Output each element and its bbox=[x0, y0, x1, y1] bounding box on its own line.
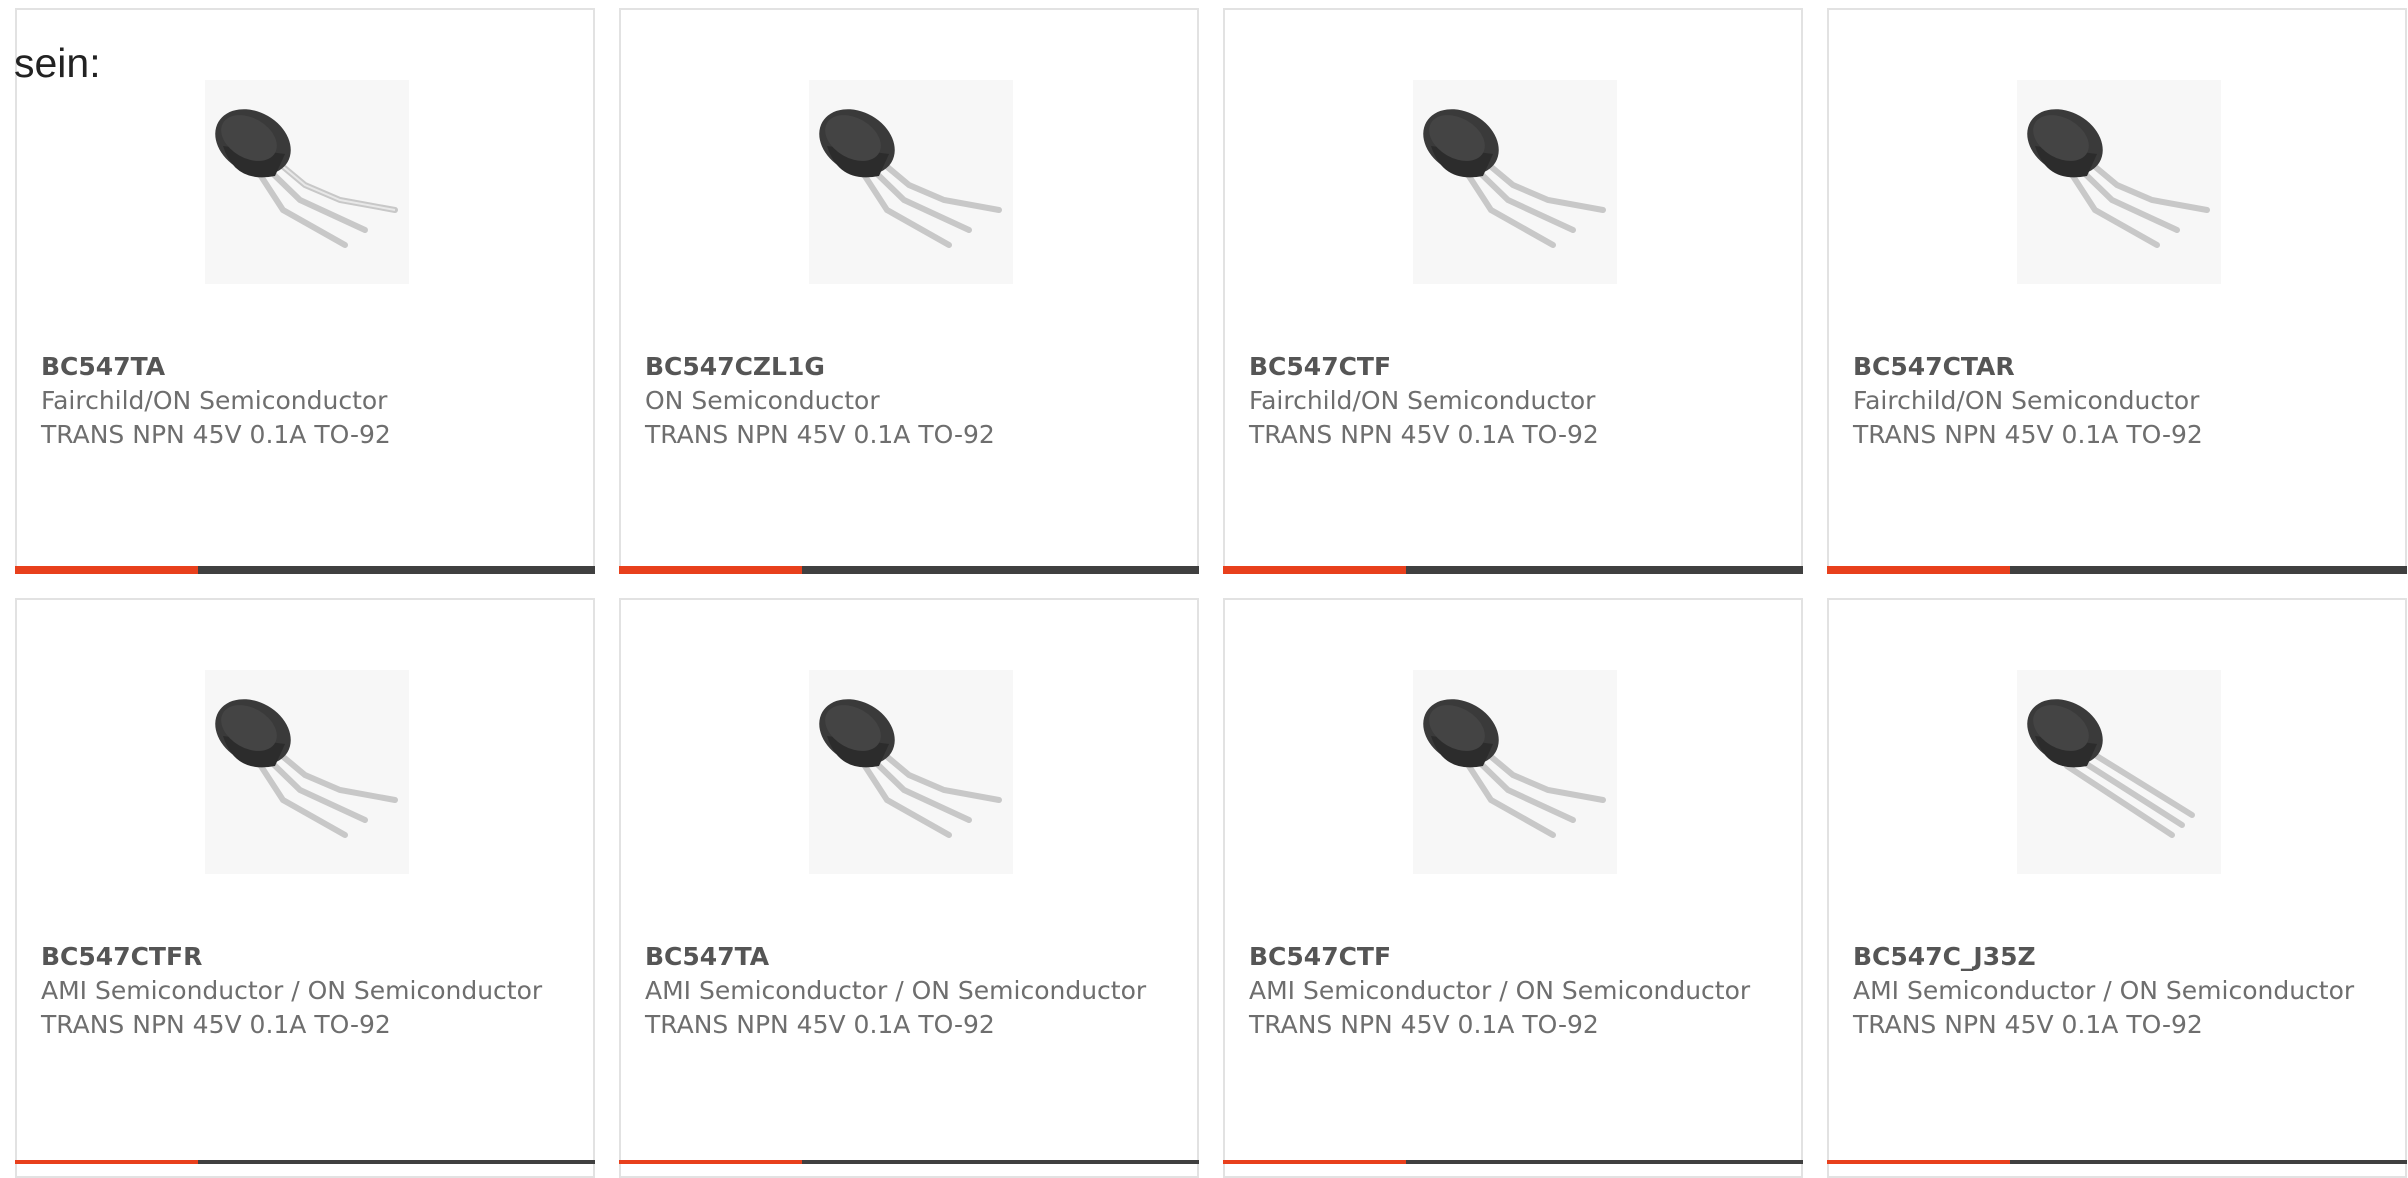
card-bar bbox=[15, 566, 595, 574]
manufacturer: AMI Semiconductor / ON Semiconductor bbox=[41, 976, 543, 1005]
manufacturer: AMI Semiconductor / ON Semiconductor bbox=[1853, 976, 2355, 1005]
transistor-to92-icon bbox=[215, 109, 398, 248]
product-card[interactable]: BC547CTF AMI Semiconductor / ON Semicond… bbox=[1223, 598, 1803, 1178]
transistor-image bbox=[1413, 670, 1617, 874]
transistor-image bbox=[2017, 670, 2221, 874]
transistor-to92-icon bbox=[819, 109, 1002, 248]
transistor-image bbox=[205, 670, 409, 874]
manufacturer: Fairchild/ON Semiconductor bbox=[1853, 386, 2200, 415]
description: TRANS NPN 45V 0.1A TO-92 bbox=[41, 1010, 391, 1039]
manufacturer: Fairchild/ON Semiconductor bbox=[1249, 386, 1596, 415]
product-card[interactable]: BC547CTAR Fairchild/ON Semiconductor TRA… bbox=[1827, 8, 2407, 574]
part-number: BC547CZL1G bbox=[645, 352, 825, 381]
product-card[interactable]: BC547TA AMI Semiconductor / ON Semicondu… bbox=[619, 598, 1199, 1178]
manufacturer: AMI Semiconductor / ON Semiconductor bbox=[1249, 976, 1751, 1005]
card-bar-accent bbox=[619, 1160, 802, 1164]
manufacturer: ON Semiconductor bbox=[645, 386, 880, 415]
card-bar-accent bbox=[1223, 566, 1406, 574]
description: TRANS NPN 45V 0.1A TO-92 bbox=[645, 1010, 995, 1039]
manufacturer: AMI Semiconductor / ON Semiconductor bbox=[645, 976, 1147, 1005]
card-bar-accent bbox=[15, 566, 198, 574]
part-number: BC547TA bbox=[645, 942, 770, 971]
card-text: BC547TA Fairchild/ON Semiconductor TRANS… bbox=[41, 350, 569, 452]
card-text: BC547CTF AMI Semiconductor / ON Semicond… bbox=[1249, 940, 1777, 1042]
part-number: BC547CTF bbox=[1249, 942, 1392, 971]
card-bar-accent bbox=[619, 566, 802, 574]
transistor-image bbox=[809, 670, 1013, 874]
part-number: BC547C_J35Z bbox=[1853, 942, 2036, 971]
description: TRANS NPN 45V 0.1A TO-92 bbox=[645, 420, 995, 449]
product-card[interactable]: BC547CTF Fairchild/ON Semiconductor TRAN… bbox=[1223, 8, 1803, 574]
card-text: BC547CTFR AMI Semiconductor / ON Semicon… bbox=[41, 940, 569, 1042]
card-text: BC547CZL1G ON Semiconductor TRANS NPN 45… bbox=[645, 350, 1173, 452]
card-text: BC547CTAR Fairchild/ON Semiconductor TRA… bbox=[1853, 350, 2381, 452]
card-text: BC547CTF Fairchild/ON Semiconductor TRAN… bbox=[1249, 350, 1777, 452]
part-number: BC547CTFR bbox=[41, 942, 203, 971]
transistor-image bbox=[1413, 80, 1617, 284]
card-bar bbox=[619, 1160, 1199, 1164]
card-text: BC547C_J35Z AMI Semiconductor / ON Semic… bbox=[1853, 940, 2381, 1042]
card-bar-accent bbox=[1827, 1160, 2010, 1164]
card-bar bbox=[1827, 1160, 2407, 1164]
manufacturer: Fairchild/ON Semiconductor bbox=[41, 386, 388, 415]
transistor-to92-icon bbox=[2027, 109, 2210, 248]
card-bar bbox=[15, 1160, 595, 1164]
card-bar-accent bbox=[15, 1160, 198, 1164]
transistor-to92-icon bbox=[215, 699, 398, 838]
card-bar bbox=[1827, 566, 2407, 574]
description: TRANS NPN 45V 0.1A TO-92 bbox=[1853, 1010, 2203, 1039]
product-card[interactable]: BC547C_J35Z AMI Semiconductor / ON Semic… bbox=[1827, 598, 2407, 1178]
product-card[interactable]: BC547CZL1G ON Semiconductor TRANS NPN 45… bbox=[619, 8, 1199, 574]
product-card[interactable]: BC547TA Fairchild/ON Semiconductor TRANS… bbox=[15, 8, 595, 574]
card-bar-accent bbox=[1223, 1160, 1406, 1164]
card-bar bbox=[1223, 566, 1803, 574]
transistor-image bbox=[809, 80, 1013, 284]
description: TRANS NPN 45V 0.1A TO-92 bbox=[1853, 420, 2203, 449]
description: TRANS NPN 45V 0.1A TO-92 bbox=[41, 420, 391, 449]
transistor-to92-icon bbox=[1423, 699, 1606, 838]
card-bar bbox=[619, 566, 1199, 574]
part-number: BC547TA bbox=[41, 352, 166, 381]
transistor-image bbox=[205, 80, 409, 284]
part-number: BC547CTF bbox=[1249, 352, 1392, 381]
description: TRANS NPN 45V 0.1A TO-92 bbox=[1249, 420, 1599, 449]
transistor-to92-icon bbox=[2027, 699, 2195, 838]
intro-text: sein: bbox=[14, 40, 101, 86]
part-number: BC547CTAR bbox=[1853, 352, 2015, 381]
card-text: BC547TA AMI Semiconductor / ON Semicondu… bbox=[645, 940, 1173, 1042]
transistor-to92-icon bbox=[819, 699, 1002, 838]
product-card[interactable]: BC547CTFR AMI Semiconductor / ON Semicon… bbox=[15, 598, 595, 1178]
product-grid: BC547TA Fairchild/ON Semiconductor TRANS… bbox=[15, 8, 2408, 1178]
description: TRANS NPN 45V 0.1A TO-92 bbox=[1249, 1010, 1599, 1039]
transistor-to92-icon bbox=[1423, 109, 1606, 248]
card-bar-accent bbox=[1827, 566, 2010, 574]
card-bar bbox=[1223, 1160, 1803, 1164]
transistor-image bbox=[2017, 80, 2221, 284]
